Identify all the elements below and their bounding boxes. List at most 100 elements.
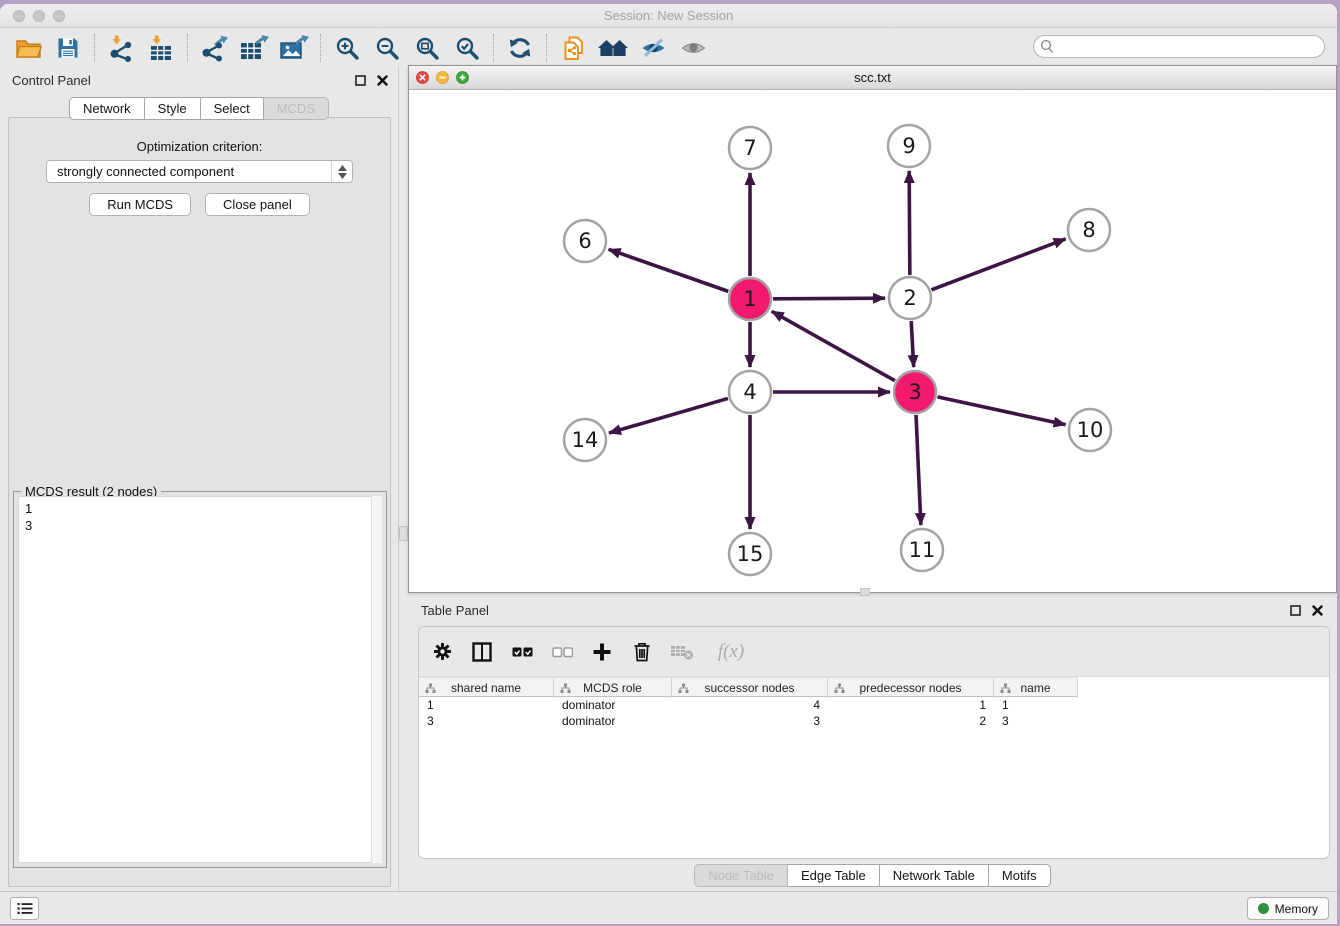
vertical-splitter-handle[interactable] [399,526,408,541]
control-panel-header-icons [355,75,388,86]
float-panel-icon[interactable] [1290,605,1301,616]
close-panel-icon[interactable] [377,75,388,86]
show-eye-icon[interactable] [673,32,713,64]
export-image-icon[interactable] [274,32,314,64]
graph-node-14[interactable]: 14 [564,419,606,461]
mcds-buttons: Run MCDS Close panel [9,193,390,216]
refresh-icon[interactable] [500,32,540,64]
table-tabs: Node TableEdge TableNetwork TableMotifs [408,864,1337,887]
close-panel-button[interactable]: Close panel [205,193,310,216]
column-header-MCDS-role[interactable]: MCDS role [554,678,672,698]
clone-network-icon[interactable] [553,32,593,64]
table-cell[interactable]: dominator [554,713,672,729]
edge-2-9[interactable] [909,171,910,275]
table-header-row: shared nameMCDS rolesuccessor nodesprede… [419,677,1078,697]
save-session-icon[interactable] [48,32,88,64]
toolbar-separator [187,34,188,62]
task-history-button[interactable] [10,897,39,920]
graph-node-7[interactable]: 7 [729,127,771,169]
tab-edge-table[interactable]: Edge Table [788,864,880,887]
zoom-fit-icon[interactable] [407,32,447,64]
edge-1-2[interactable] [773,298,885,299]
import-table-icon[interactable] [141,32,181,64]
export-network-icon[interactable] [194,32,234,64]
table-settings-icon[interactable] [429,639,455,665]
hide-eye-icon[interactable] [633,32,673,64]
table-cell[interactable]: dominator [554,697,672,713]
run-mcds-button[interactable]: Run MCDS [89,193,191,216]
mcds-result-text[interactable]: 1 3 [18,496,382,863]
tab-style[interactable]: Style [145,97,201,120]
function-builder-icon[interactable]: f(x) [709,639,753,665]
edge-4-14[interactable] [609,398,728,433]
result-scrollbar[interactable] [371,496,382,863]
tab-mcds[interactable]: MCDS [264,97,329,120]
graph-node-9[interactable]: 9 [888,125,930,167]
table-row[interactable]: 1dominator411 [419,697,1078,713]
table-cell[interactable]: 2 [828,713,994,729]
frame-minimize-icon[interactable] [436,71,449,84]
tab-motifs[interactable]: Motifs [989,864,1051,887]
delete-row-icon[interactable] [629,639,655,665]
graph-node-8[interactable]: 8 [1068,209,1110,251]
minimize-window-icon[interactable] [33,10,45,22]
edge-3-10[interactable] [937,397,1065,425]
column-header-successor-nodes[interactable]: successor nodes [672,678,828,698]
zoom-in-icon[interactable] [327,32,367,64]
float-panel-icon[interactable] [355,75,366,86]
home-icon[interactable] [593,32,633,64]
zoom-window-icon[interactable] [53,10,65,22]
table-cell[interactable]: 1 [419,697,554,713]
graph-node-11[interactable]: 11 [901,529,943,571]
horizontal-splitter-handle[interactable] [860,588,870,596]
graph-node-10[interactable]: 10 [1069,409,1111,451]
search-input[interactable] [1033,35,1325,58]
status-bar: Memory [0,891,1337,924]
column-header-predecessor-nodes[interactable]: predecessor nodes [828,678,994,698]
close-panel-icon[interactable] [1312,605,1323,616]
graph-node-2[interactable]: 2 [889,277,931,319]
add-row-icon[interactable] [589,639,615,665]
delete-table-icon[interactable] [669,639,695,665]
edge-3-1[interactable] [772,311,895,380]
criterion-select[interactable]: strongly connected component [46,160,353,183]
tab-node-table[interactable]: Node Table [694,864,788,887]
memory-button[interactable]: Memory [1247,897,1329,920]
frame-maximize-icon[interactable] [456,71,469,84]
frame-close-icon[interactable] [416,71,429,84]
network-canvas[interactable]: 7 9 6 8 1 2 4 3 14 10 15 11 [409,91,1336,592]
column-header-name[interactable]: name [994,678,1078,698]
edge-3-11[interactable] [916,415,921,525]
graph-node-6[interactable]: 6 [564,220,606,262]
table-cell[interactable]: 3 [672,713,828,729]
graph-node-3[interactable]: 3 [894,371,936,413]
close-window-icon[interactable] [13,10,25,22]
network-frame-titlebar[interactable]: scc.txt [409,66,1336,90]
traffic-lights[interactable] [13,10,65,22]
split-panel-icon[interactable] [469,639,495,665]
open-session-icon[interactable] [8,32,48,64]
edge-2-8[interactable] [932,239,1066,290]
deselect-all-icon[interactable] [549,639,575,665]
list-icon [17,902,33,915]
tab-network-table[interactable]: Network Table [880,864,989,887]
export-table-icon[interactable] [234,32,274,64]
column-header-shared-name[interactable]: shared name [419,678,554,698]
graph-node-1[interactable]: 1 [729,278,771,320]
table-cell[interactable]: 3 [994,713,1078,729]
graph-node-4[interactable]: 4 [729,371,771,413]
tab-select[interactable]: Select [201,97,264,120]
table-cell[interactable]: 4 [672,697,828,713]
tab-network[interactable]: Network [69,97,145,120]
edge-1-6[interactable] [609,249,729,291]
graph-node-15[interactable]: 15 [729,533,771,575]
edge-2-3[interactable] [911,321,913,367]
zoom-out-icon[interactable] [367,32,407,64]
table-cell[interactable]: 3 [419,713,554,729]
select-all-icon[interactable] [509,639,535,665]
table-cell[interactable]: 1 [828,697,994,713]
zoom-selected-icon[interactable] [447,32,487,64]
table-row[interactable]: 3dominator323 [419,713,1078,729]
import-network-icon[interactable] [101,32,141,64]
table-cell[interactable]: 1 [994,697,1078,713]
